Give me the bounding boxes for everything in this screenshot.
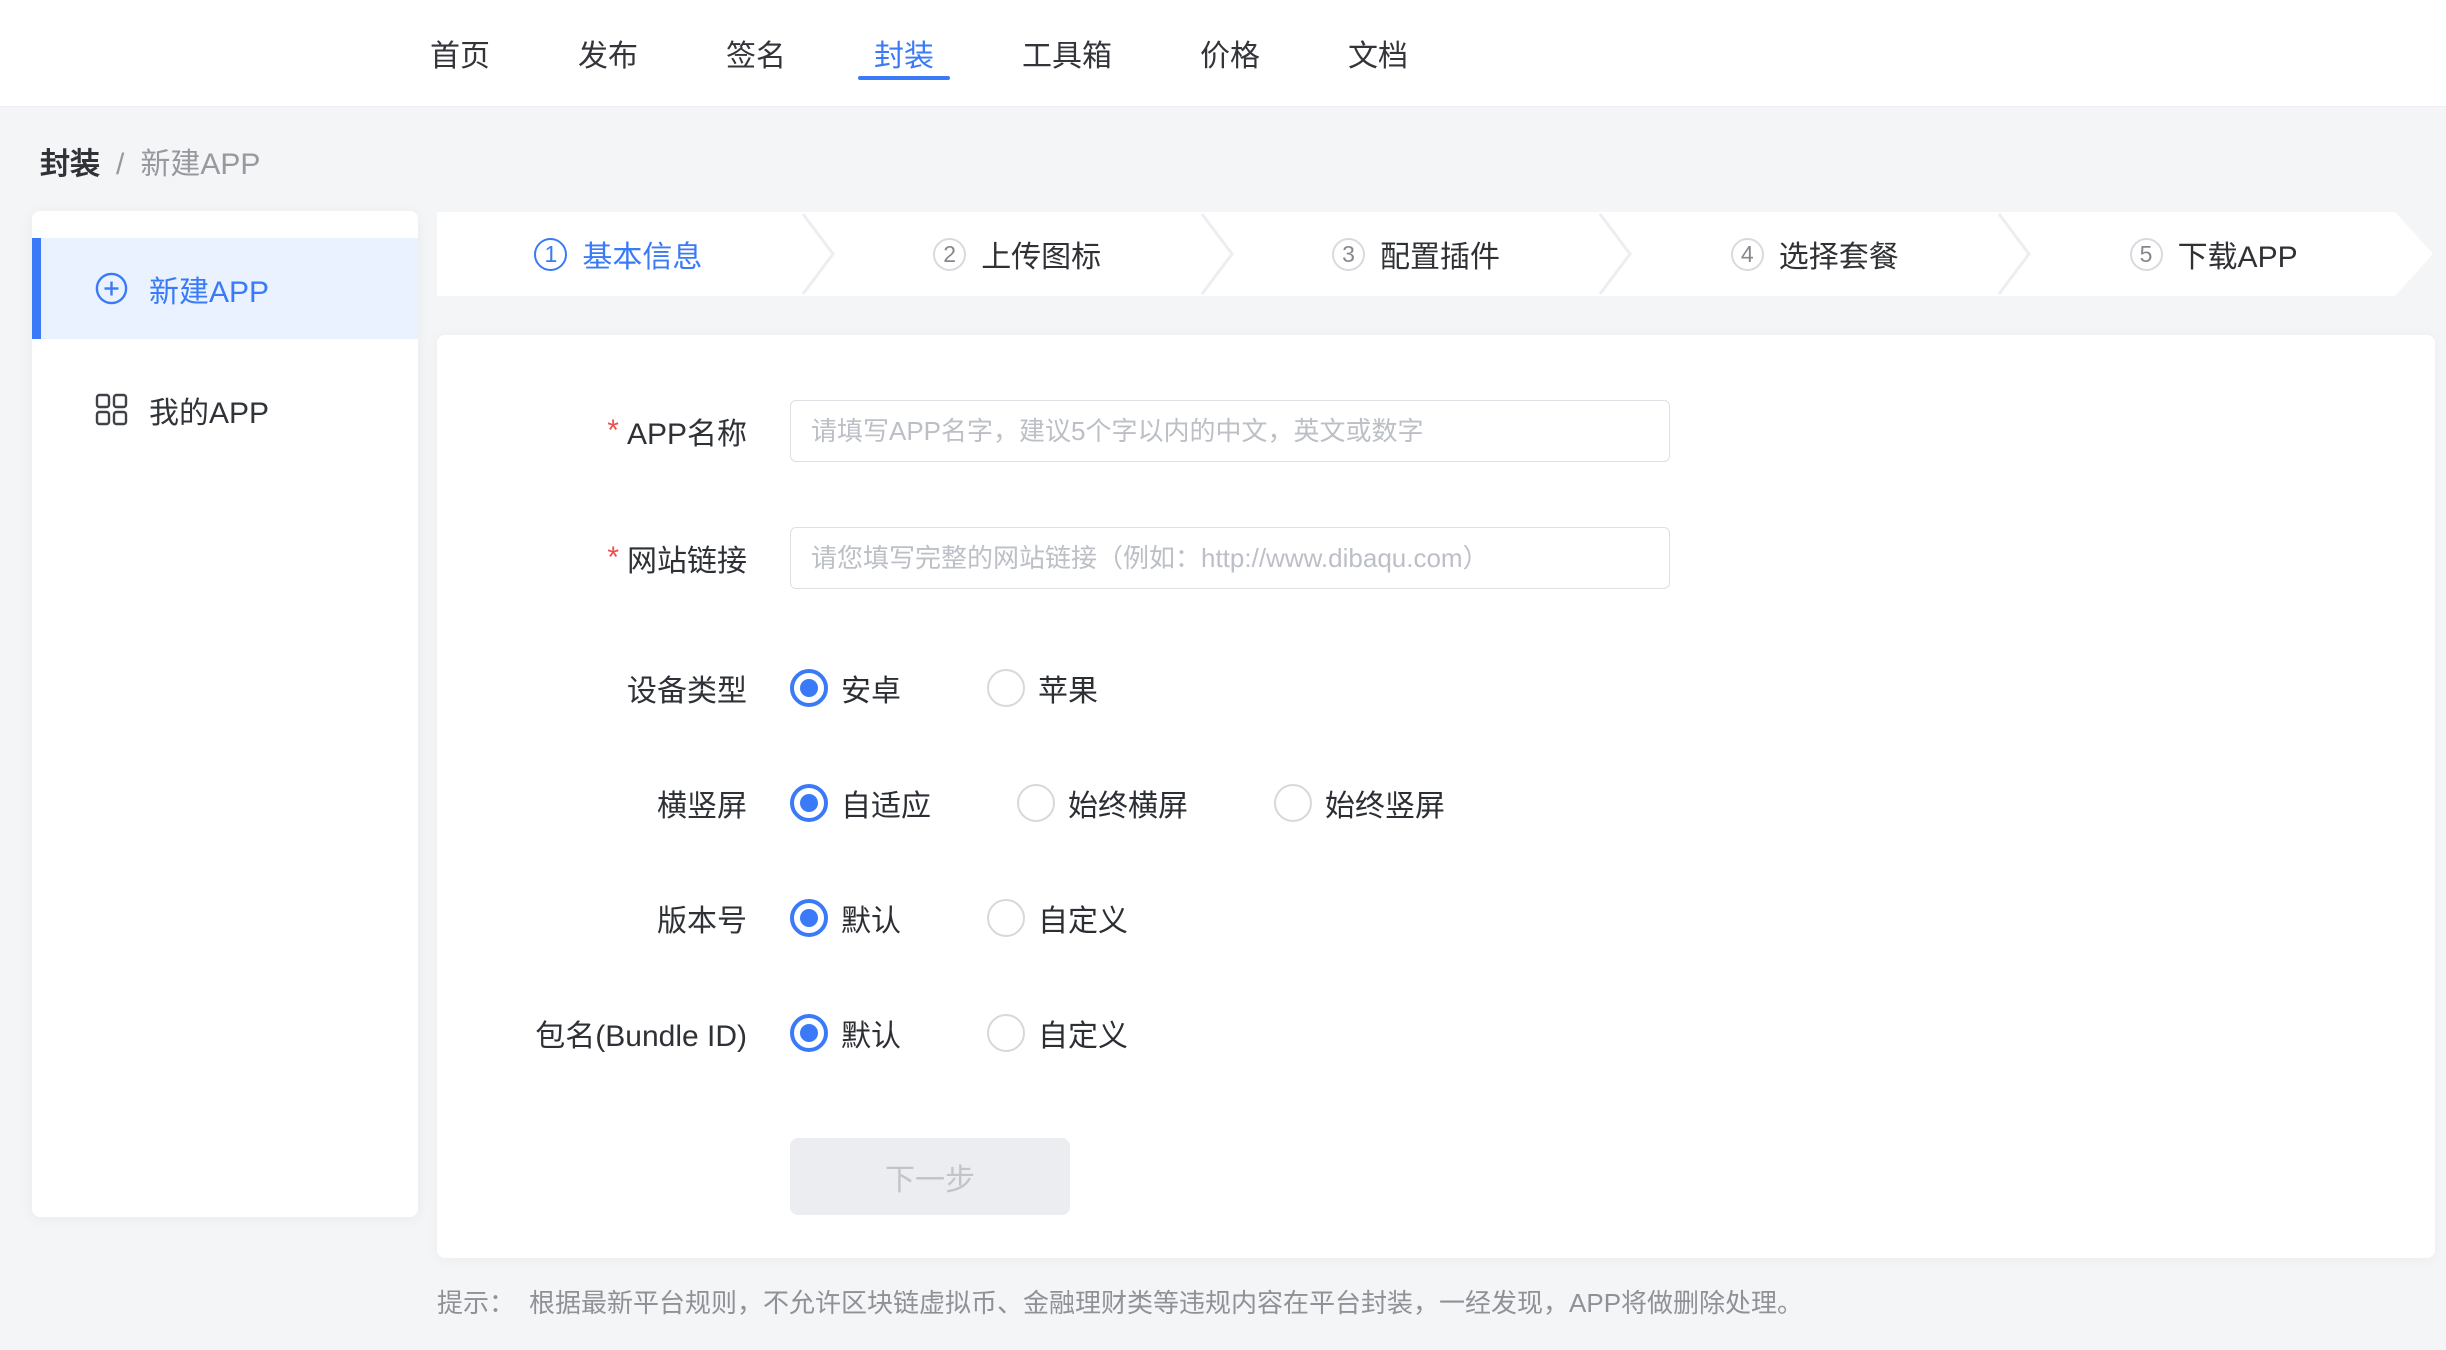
radio-label: 默认 [841,896,901,940]
radio-orientation-landscape[interactable]: 始终横屏 [1017,781,1188,825]
form-row-orientation: 横竖屏 自适应 始终横屏 始终竖屏 [437,781,2435,825]
radio-label: 自定义 [1038,1011,1128,1055]
radio-version-default[interactable]: 默认 [790,896,901,940]
step-upload-icon[interactable]: 2 上传图标 [836,212,1199,296]
sidebar-item-label: 我的APP [149,388,269,432]
plus-circle-icon [95,272,128,305]
nav-item-package[interactable]: 封装 [874,0,934,106]
radio-unselected-icon[interactable] [987,669,1025,707]
radio-label: 始终竖屏 [1325,781,1445,825]
sidebar-item-label: 新建APP [149,267,269,311]
nav-item-pricing[interactable]: 价格 [1200,0,1260,106]
nav-item-home[interactable]: 首页 [430,0,490,106]
tip-prefix: 提示： [437,1283,515,1320]
radio-device-android[interactable]: 安卓 [790,666,901,710]
next-step-button[interactable]: 下一步 [790,1138,1070,1215]
step-label: 配置插件 [1380,232,1500,276]
radio-selected-icon[interactable] [790,899,828,937]
app-name-label: APP名称 [627,409,747,453]
step-number: 2 [933,238,966,271]
step-bar-arrow-tip-icon [2395,212,2435,296]
form-row-app-name: * APP名称 [437,400,2435,462]
required-asterisk: * [607,541,619,575]
sidebar-item-new-app[interactable]: 新建APP [32,238,418,339]
form-row-site-url: * 网站链接 [437,527,2435,589]
radio-label: 苹果 [1038,666,1098,710]
field-label: * 网站链接 [437,536,747,580]
form-row-bundle-id: 包名(Bundle ID) 默认 自定义 [437,1011,2435,1055]
radio-label: 默认 [841,1011,901,1055]
radio-selected-icon[interactable] [790,1014,828,1052]
nav-item-toolbox[interactable]: 工具箱 [1022,0,1112,106]
version-label: 版本号 [437,896,747,940]
sidebar: 新建APP 我的APP [32,211,418,1217]
nav-item-sign[interactable]: 签名 [726,0,786,106]
device-type-label: 设备类型 [437,666,747,710]
required-asterisk: * [607,414,619,448]
field-label: * APP名称 [437,409,747,453]
form-row-version: 版本号 默认 自定义 [437,896,2435,940]
radio-label: 自适应 [841,781,931,825]
radio-unselected-icon[interactable] [1017,784,1055,822]
new-app-form: * APP名称 * 网站链接 设备类型 安卓 苹果 横竖屏 [437,335,2435,1258]
grid-icon [95,393,128,426]
nav-item-publish[interactable]: 发布 [578,0,638,106]
step-number: 1 [534,238,567,271]
breadcrumb-current: 新建APP [140,148,260,182]
bundle-id-label: 包名(Bundle ID) [437,1011,747,1055]
radio-version-custom[interactable]: 自定义 [987,896,1128,940]
form-row-device-type: 设备类型 安卓 苹果 [437,666,2435,710]
radio-unselected-icon[interactable] [1274,784,1312,822]
sidebar-item-my-apps[interactable]: 我的APP [32,359,418,460]
step-label: 上传图标 [981,232,1101,276]
site-url-label: 网站链接 [627,536,747,580]
radio-unselected-icon[interactable] [987,1014,1025,1052]
radio-bundle-default[interactable]: 默认 [790,1011,901,1055]
step-choose-plan[interactable]: 4 选择套餐 [1633,212,1996,296]
radio-orientation-auto[interactable]: 自适应 [790,781,931,825]
breadcrumb-separator: / [116,148,124,182]
radio-selected-icon[interactable] [790,669,828,707]
radio-label: 安卓 [841,666,901,710]
step-wizard: 1 基本信息 2 上传图标 3 配置插件 4 选择套餐 5 下载APP [437,212,2395,296]
step-number: 4 [1731,238,1764,271]
step-basic-info[interactable]: 1 基本信息 [437,212,800,296]
step-configure-plugins[interactable]: 3 配置插件 [1235,212,1598,296]
step-chevron-divider-icon [1199,212,1235,296]
site-url-input[interactable] [790,527,1670,589]
radio-label: 自定义 [1038,896,1128,940]
radio-bundle-custom[interactable]: 自定义 [987,1011,1128,1055]
nav-item-docs[interactable]: 文档 [1348,0,1408,106]
step-download-app[interactable]: 5 下载APP [2032,212,2395,296]
radio-label: 始终横屏 [1068,781,1188,825]
radio-selected-icon[interactable] [790,784,828,822]
step-chevron-divider-icon [800,212,836,296]
breadcrumb-section[interactable]: 封装 [40,148,100,182]
orientation-label: 横竖屏 [437,781,747,825]
app-name-input[interactable] [790,400,1670,462]
top-nav: 首页 发布 签名 封装 工具箱 价格 文档 [0,0,2446,107]
platform-rule-tip: 提示： 根据最新平台规则，不允许区块链虚拟币、金融理财类等违规内容在平台封装，一… [437,1283,1803,1320]
step-number: 3 [1332,238,1365,271]
tip-text: 根据最新平台规则，不允许区块链虚拟币、金融理财类等违规内容在平台封装，一经发现，… [529,1283,1803,1320]
step-label: 下载APP [2178,232,2298,276]
step-label: 选择套餐 [1779,232,1899,276]
step-chevron-divider-icon [1597,212,1633,296]
breadcrumb: 封装 / 新建APP [40,148,260,182]
step-chevron-divider-icon [1996,212,2032,296]
radio-unselected-icon[interactable] [987,899,1025,937]
step-label: 基本信息 [582,232,702,276]
step-number: 5 [2130,238,2163,271]
radio-orientation-portrait[interactable]: 始终竖屏 [1274,781,1445,825]
radio-device-ios[interactable]: 苹果 [987,666,1098,710]
